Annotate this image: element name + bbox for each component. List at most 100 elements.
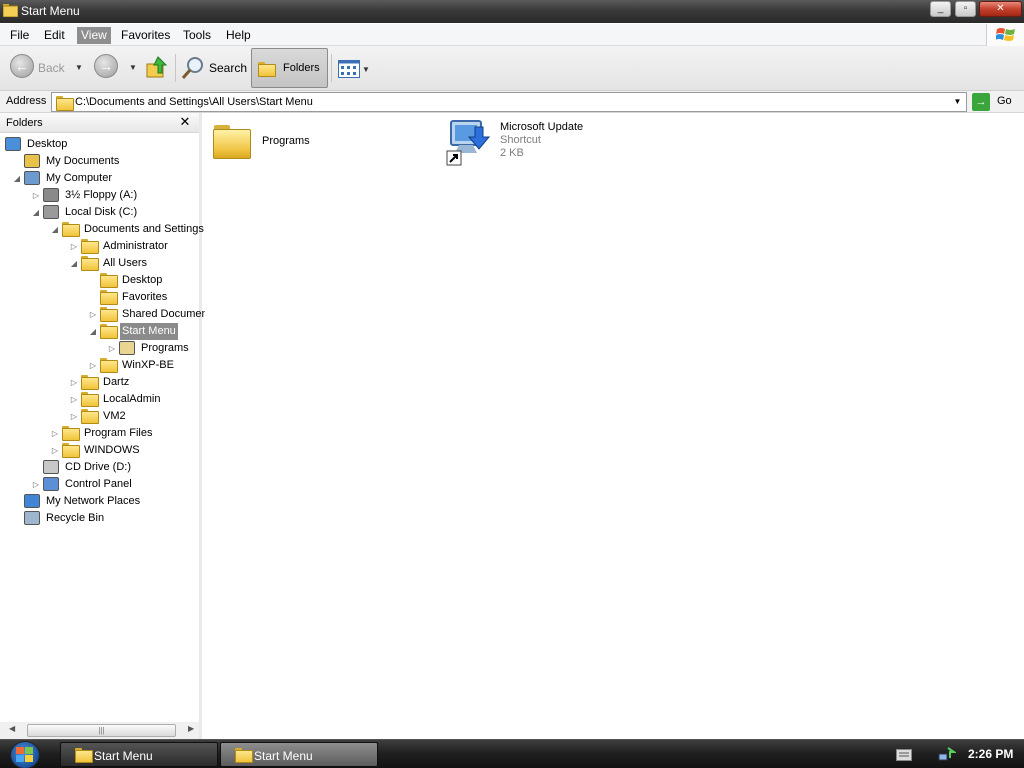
tree-item[interactable]: ◢ My Computer	[12, 170, 199, 187]
microsoft-update-icon	[446, 120, 491, 166]
folders-pane: Folders ✕ Desktop My Documents ◢ My Compute…	[0, 113, 211, 739]
expand-arrow-icon[interactable]: ▷	[31, 187, 41, 204]
item-size: 2 KB	[500, 147, 524, 159]
tree-item[interactable]: ▷ Dartz	[69, 374, 199, 391]
collapse-arrow-icon[interactable]: ◢	[88, 323, 98, 340]
tree-item[interactable]: Favorites	[88, 289, 199, 306]
toolbar: ← Back ▼ → ▼ Search Folders ▼	[0, 46, 1024, 91]
tree-item-label: VM2	[103, 410, 126, 422]
expand-arrow-icon[interactable]: ▷	[69, 408, 79, 425]
network-icon[interactable]	[938, 746, 956, 762]
collapse-arrow-icon[interactable]: ◢	[50, 221, 60, 238]
maximize-button[interactable]: ▫	[955, 1, 976, 17]
tree-item[interactable]: ▷ Program Files	[50, 425, 199, 442]
tree-item[interactable]: ▷ Control Panel	[31, 476, 199, 493]
tree-item[interactable]: My Network Places	[12, 493, 199, 510]
forward-arrow-icon: →	[94, 54, 118, 78]
folders-pane-title: Folders	[6, 117, 43, 129]
expand-arrow-icon[interactable]: ▷	[88, 306, 98, 323]
menu-edit[interactable]: Edit	[40, 27, 69, 44]
expand-arrow-icon[interactable]: ▷	[50, 425, 60, 442]
expand-arrow-icon[interactable]: ▷	[69, 238, 79, 255]
tree-item-label: My Computer	[46, 172, 113, 184]
folders-button[interactable]: Folders	[251, 48, 328, 88]
tree-item[interactable]: Recycle Bin	[12, 510, 199, 527]
keyboard-icon[interactable]	[896, 749, 912, 761]
collapse-arrow-icon[interactable]: ◢	[12, 170, 22, 187]
menu-file[interactable]: File	[6, 27, 33, 44]
folders-label: Folders	[283, 62, 320, 74]
tree-item-label: Shared Document	[122, 308, 211, 320]
tree-item[interactable]: My Documents	[12, 153, 199, 170]
back-label: Back	[38, 61, 65, 75]
scroll-left-icon[interactable]: ◀	[9, 724, 15, 733]
tree-item[interactable]: ◢ Documents and Settings	[50, 221, 204, 238]
tree-item-label: WinXP-BE	[122, 359, 174, 371]
list-item-microsoft-update[interactable]: Microsoft Update Shortcut 2 KB	[445, 117, 665, 173]
search-label: Search	[209, 61, 248, 75]
tree-item[interactable]: Desktop	[88, 272, 199, 289]
address-input[interactable]: C:\Documents and Settings\All Users\Star…	[51, 92, 967, 112]
tree-item-label: Local Disk (C:)	[65, 206, 138, 218]
taskbar-button-start-menu-2[interactable]: Start Menu	[220, 742, 378, 767]
tree-item[interactable]: ▷ Programs	[107, 340, 199, 357]
network-icon	[24, 494, 40, 508]
go-button[interactable]: → Go	[971, 92, 1021, 112]
close-button[interactable]: ✕	[979, 1, 1022, 17]
close-icon[interactable]: ✕	[178, 114, 192, 130]
up-folder-icon	[146, 56, 168, 78]
back-dropdown-icon[interactable]: ▼	[75, 63, 83, 72]
folder-icon	[100, 358, 118, 373]
address-dropdown-icon[interactable]: ▼	[949, 93, 966, 111]
tree-item[interactable]: ◢ Local Disk (C:)	[31, 204, 199, 221]
file-list: Programs Microsoft Update Shortcut 2 KB	[205, 113, 1024, 739]
expand-arrow-icon[interactable]: ▷	[69, 391, 79, 408]
folder-icon	[81, 392, 99, 407]
folder-icon	[100, 290, 118, 305]
folders-pane-header: Folders ✕	[0, 113, 199, 133]
expand-arrow-icon[interactable]: ▷	[107, 340, 117, 357]
address-label: Address	[6, 95, 47, 107]
search-button[interactable]: Search	[179, 50, 247, 86]
expand-arrow-icon[interactable]: ▷	[31, 476, 41, 493]
expand-arrow-icon[interactable]: ▷	[69, 374, 79, 391]
taskbar-button-start-menu-1[interactable]: Start Menu	[60, 742, 218, 767]
up-folder-button[interactable]	[145, 50, 171, 86]
tree-item[interactable]: ◢ Start Menu	[88, 323, 199, 340]
tree-item[interactable]: Desktop	[0, 136, 199, 153]
tree-item[interactable]: ▷ WinXP-BE	[88, 357, 199, 374]
horizontal-scrollbar[interactable]: ◀ ||| ▶	[0, 722, 199, 739]
menu-view[interactable]: View	[77, 27, 111, 44]
scrollbar-thumb[interactable]: |||	[27, 724, 176, 737]
menu-help[interactable]: Help	[222, 27, 255, 44]
tree-item[interactable]: ▷ Administrator	[69, 238, 199, 255]
tree-item[interactable]: ▷ LocalAdmin	[69, 391, 199, 408]
tree-item-label: CD Drive (D:)	[65, 461, 131, 473]
tree-item[interactable]: ▷ 3½ Floppy (A:)	[31, 187, 199, 204]
start-button[interactable]	[10, 741, 40, 768]
views-dropdown-icon[interactable]: ▼	[362, 65, 370, 74]
tree-item[interactable]: ▷ Shared Document	[88, 306, 211, 323]
collapse-arrow-icon[interactable]: ◢	[69, 255, 79, 272]
views-button[interactable]: ▼	[336, 50, 372, 86]
tree-item[interactable]: ▷ VM2	[69, 408, 199, 425]
tree-item[interactable]: ▷ WINDOWS	[50, 442, 199, 459]
minimize-button[interactable]: _	[930, 1, 951, 17]
tree-item[interactable]: CD Drive (D:)	[31, 459, 199, 476]
list-item-programs[interactable]: Programs	[213, 121, 433, 177]
back-button[interactable]: ← Back ▼	[6, 50, 90, 86]
control-panel-icon	[43, 477, 59, 491]
expand-arrow-icon[interactable]: ▷	[50, 442, 60, 459]
scroll-right-icon[interactable]: ▶	[188, 724, 194, 733]
expand-arrow-icon[interactable]: ▷	[88, 357, 98, 374]
clock[interactable]: 2:26 PM	[968, 747, 1013, 761]
menu-favorites[interactable]: Favorites	[117, 27, 174, 44]
forward-dropdown-icon[interactable]: ▼	[129, 63, 137, 72]
tree-item[interactable]: ◢ All Users	[69, 255, 199, 272]
title-bar[interactable]: Start Menu _ ▫ ✕	[0, 0, 1024, 23]
taskbar-button-label: Start Menu	[94, 749, 153, 763]
collapse-arrow-icon[interactable]: ◢	[31, 204, 41, 221]
forward-button[interactable]: → ▼	[93, 50, 139, 86]
folder-icon	[62, 443, 80, 458]
menu-tools[interactable]: Tools	[179, 27, 215, 44]
